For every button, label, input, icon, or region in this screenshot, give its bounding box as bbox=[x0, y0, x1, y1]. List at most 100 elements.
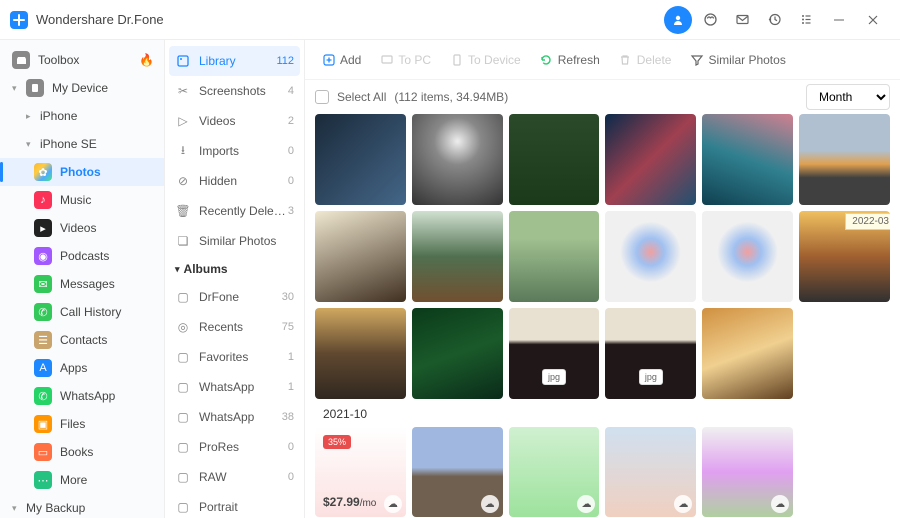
photo-thumb[interactable]: ☁ bbox=[412, 427, 503, 518]
photo-thumb[interactable]: ☁ bbox=[702, 427, 793, 518]
library-icon bbox=[175, 54, 191, 68]
photo-thumb-ad[interactable]: 35% $27.99/mo ☁ bbox=[315, 427, 406, 518]
photo-grid: 35% $27.99/mo ☁ ☁ ☁ ☁ ☁ bbox=[315, 427, 890, 518]
select-all-checkbox[interactable] bbox=[315, 90, 329, 104]
album-drfone[interactable]: ▢ DrFone 30 bbox=[165, 282, 304, 312]
photo-grid-wrap[interactable]: jpg jpg 2021-10 35% $27.99/mo ☁ ☁ ☁ ☁ ☁ bbox=[305, 114, 900, 518]
photo-thumb[interactable] bbox=[412, 308, 503, 399]
album-whatsapp-1[interactable]: ▢ WhatsApp 1 bbox=[165, 372, 304, 402]
album-whatsapp-2[interactable]: ▢ WhatsApp 38 bbox=[165, 402, 304, 432]
sidebar-my-device[interactable]: ▾ My Device bbox=[0, 74, 164, 102]
photo-thumb[interactable] bbox=[799, 114, 890, 205]
albums-header[interactable]: ▾ Albums bbox=[165, 256, 304, 282]
sidebar-item-contacts[interactable]: ☰ Contacts bbox=[0, 326, 164, 354]
cloud-icon[interactable]: ☁ bbox=[771, 495, 789, 513]
sidebar-item-whatsapp[interactable]: ✆ WhatsApp bbox=[0, 382, 164, 410]
image-icon: ▢ bbox=[175, 440, 191, 454]
refresh-button[interactable]: Refresh bbox=[533, 48, 606, 71]
sidebar-my-backup[interactable]: ▾ My Backup bbox=[0, 494, 164, 518]
photo-thumb[interactable] bbox=[702, 211, 793, 302]
content: Add To PC To Device Refresh Delete Simil… bbox=[305, 40, 900, 518]
cat-hidden[interactable]: ⊘ Hidden 0 bbox=[165, 166, 304, 196]
titlebar: Wondershare Dr.Fone bbox=[0, 0, 900, 40]
similar-photos-button[interactable]: Similar Photos bbox=[683, 48, 791, 71]
to-device-icon bbox=[449, 52, 464, 67]
photo-grid: jpg jpg bbox=[315, 114, 890, 399]
music-icon: ♪ bbox=[34, 191, 52, 209]
account-icon[interactable] bbox=[664, 6, 692, 34]
hot-icon: 🔥 bbox=[139, 53, 154, 67]
sidebar-item-music[interactable]: ♪ Music bbox=[0, 186, 164, 214]
photo-thumb[interactable]: jpg bbox=[509, 308, 600, 399]
sidebar-item-callhistory[interactable]: ✆ Call History bbox=[0, 298, 164, 326]
to-device-button[interactable]: To Device bbox=[443, 48, 527, 71]
cloud-icon[interactable]: ☁ bbox=[384, 495, 402, 513]
photo-thumb[interactable] bbox=[702, 114, 793, 205]
album-recents[interactable]: ◎ Recents 75 bbox=[165, 312, 304, 342]
photo-thumb[interactable] bbox=[315, 114, 406, 205]
main: Toolbox 🔥 ▾ My Device ▸ iPhone ▾ iPhone … bbox=[0, 40, 900, 518]
eye-off-icon: ⊘ bbox=[175, 174, 191, 188]
album-prores[interactable]: ▢ ProRes 0 bbox=[165, 432, 304, 462]
sidebar-item-photos[interactable]: ✿ Photos bbox=[0, 158, 164, 186]
album-raw[interactable]: ▢ RAW 0 bbox=[165, 462, 304, 492]
sidebar-toolbox[interactable]: Toolbox 🔥 bbox=[0, 46, 164, 74]
cat-videos[interactable]: ▷ Videos 2 bbox=[165, 106, 304, 136]
photo-thumb[interactable]: ☁ bbox=[605, 427, 696, 518]
chevron-right-icon: ▸ bbox=[26, 111, 36, 122]
photo-thumb[interactable] bbox=[509, 114, 600, 205]
image-icon: ▢ bbox=[175, 470, 191, 484]
photo-thumb[interactable] bbox=[799, 211, 890, 302]
cat-imports[interactable]: ⭳ Imports 0 bbox=[165, 136, 304, 166]
photo-thumb[interactable] bbox=[315, 308, 406, 399]
photo-thumb[interactable] bbox=[605, 211, 696, 302]
phone-icon: ✆ bbox=[34, 303, 52, 321]
sidebar-item-apps[interactable]: A Apps bbox=[0, 354, 164, 382]
apps-icon: A bbox=[34, 359, 52, 377]
delete-button[interactable]: Delete bbox=[612, 48, 678, 71]
sidebar-item-podcasts[interactable]: ◉ Podcasts bbox=[0, 242, 164, 270]
sidebar-item-more[interactable]: ⋯ More bbox=[0, 466, 164, 494]
sidebar-item-messages[interactable]: ✉ Messages bbox=[0, 270, 164, 298]
sidebar-iphone[interactable]: ▸ iPhone bbox=[0, 102, 164, 130]
album-favorites[interactable]: ▢ Favorites 1 bbox=[165, 342, 304, 372]
cloud-icon[interactable]: ☁ bbox=[481, 495, 499, 513]
cat-similar-photos[interactable]: ❏ Similar Photos bbox=[165, 226, 304, 256]
videos-icon: ▸ bbox=[34, 219, 52, 237]
download-icon: ⭳ bbox=[175, 141, 191, 162]
photo-thumb[interactable] bbox=[412, 114, 503, 205]
photo-thumb[interactable] bbox=[315, 211, 406, 302]
mail-icon[interactable] bbox=[728, 6, 756, 34]
sidebar-item-videos[interactable]: ▸ Videos bbox=[0, 214, 164, 242]
cat-screenshots[interactable]: ✂ Screenshots 4 bbox=[165, 76, 304, 106]
to-pc-button[interactable]: To PC bbox=[373, 48, 437, 71]
photo-thumb[interactable] bbox=[605, 114, 696, 205]
sidebar-iphone-se[interactable]: ▾ iPhone SE bbox=[0, 130, 164, 158]
group-select[interactable]: Month bbox=[806, 84, 890, 110]
image-icon: ▢ bbox=[175, 380, 191, 394]
add-button[interactable]: Add bbox=[315, 48, 367, 71]
select-all-label: Select All bbox=[337, 90, 386, 104]
item-count: (112 items, 34.94MB) bbox=[394, 90, 508, 104]
sidebar-item-books[interactable]: ▭ Books bbox=[0, 438, 164, 466]
photo-thumb[interactable] bbox=[702, 308, 793, 399]
sidebar-item-files[interactable]: ▣ Files bbox=[0, 410, 164, 438]
album-portrait[interactable]: ▢ Portrait bbox=[165, 492, 304, 518]
close-button[interactable] bbox=[856, 6, 890, 34]
cat-recently-deleted[interactable]: 🗑 Recently Delet… 3 bbox=[165, 196, 304, 226]
history-icon[interactable] bbox=[760, 6, 788, 34]
photo-thumb[interactable] bbox=[509, 211, 600, 302]
minimize-button[interactable] bbox=[822, 6, 856, 34]
photos-icon: ✿ bbox=[34, 163, 52, 181]
cloud-icon[interactable]: ☁ bbox=[674, 495, 692, 513]
photo-thumb[interactable]: jpg bbox=[605, 308, 696, 399]
chevron-down-icon: ▾ bbox=[175, 264, 180, 275]
photo-thumb[interactable]: ☁ bbox=[509, 427, 600, 518]
cat-library[interactable]: Library 112 bbox=[169, 46, 300, 76]
cloud-icon[interactable]: ☁ bbox=[577, 495, 595, 513]
menu-icon[interactable] bbox=[792, 6, 820, 34]
subheader: Select All (112 items, 34.94MB) Month bbox=[305, 80, 900, 114]
support-icon[interactable] bbox=[696, 6, 724, 34]
scissors-icon: ✂ bbox=[175, 84, 191, 98]
photo-thumb[interactable] bbox=[412, 211, 503, 302]
